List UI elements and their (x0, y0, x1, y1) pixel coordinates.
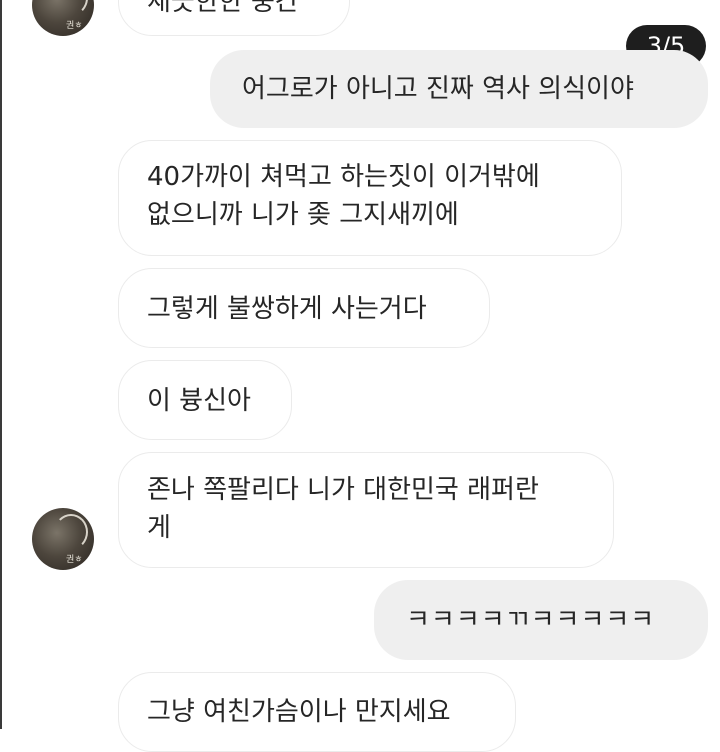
received-message-bubble[interactable]: 이 븅신아 (118, 360, 292, 440)
message-text-line: 게 (147, 513, 171, 543)
message-text: 이 븅신아 (147, 386, 251, 416)
message-text: 새끗한한 중간 (147, 0, 299, 17)
message-text: 그냥 여친가슴이나 만지세요 (147, 697, 451, 727)
avatar[interactable]: 권ㅎ (32, 0, 94, 36)
avatar-tag: 권ㅎ (66, 21, 83, 31)
avatar-tag: 권ㅎ (66, 555, 83, 565)
received-message-bubble[interactable]: 40가까이 쳐먹고 하는짓이 이거밖에 없으니까 니가 좆 그지새끼에 (118, 140, 622, 256)
received-message-bubble[interactable]: 그렇게 불쌍하게 사는거다 (118, 268, 490, 348)
message-text-line: 40가까이 쳐먹고 하는짓이 이거밖에 (147, 162, 540, 192)
received-message-bubble[interactable]: 새끗한한 중간 (118, 0, 350, 36)
message-text: ㅋㅋㅋㅋㄲㅋㅋㅋㅋㅋ (406, 605, 656, 635)
message-text-line: 존나 쪽팔리다 니가 대한민국 래퍼란 (147, 475, 539, 505)
avatar-hair-shape (54, 514, 88, 550)
message-text: 어그로가 아니고 진짜 역사 의식이야 (242, 74, 634, 104)
received-message-bubble[interactable]: 그냥 여친가슴이나 만지세요 (118, 672, 516, 752)
left-border (0, 0, 2, 729)
sent-message-bubble[interactable]: ㅋㅋㅋㅋㄲㅋㅋㅋㅋㅋ (374, 580, 708, 660)
received-message-bubble[interactable]: 존나 쪽팔리다 니가 대한민국 래퍼란 게 (118, 452, 614, 568)
message-text: 그렇게 불쌍하게 사는거다 (147, 294, 427, 324)
message-text-line: 없으니까 니가 좆 그지새끼에 (147, 200, 459, 230)
avatar-hair-shape (54, 0, 88, 16)
avatar[interactable]: 권ㅎ (32, 508, 94, 570)
sent-message-bubble[interactable]: 어그로가 아니고 진짜 역사 의식이야 (210, 50, 708, 128)
